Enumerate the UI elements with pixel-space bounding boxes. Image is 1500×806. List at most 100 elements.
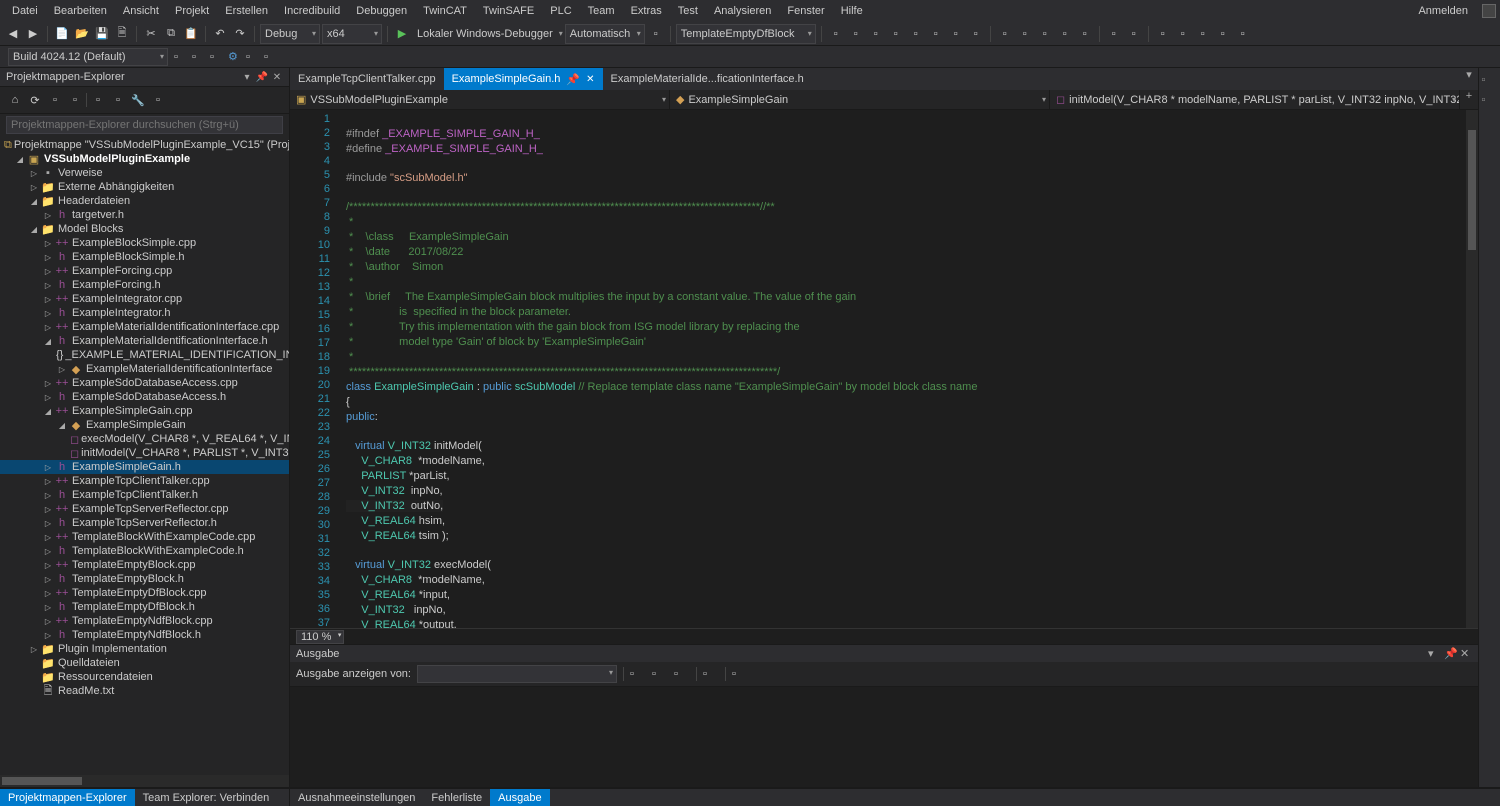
bottom-tab-solution[interactable]: Projektmappen-Explorer bbox=[0, 789, 135, 806]
sidebar-icon-1[interactable]: ▫ bbox=[1482, 74, 1498, 90]
file-node[interactable]: ▷++TemplateBlockWithExampleCode.cpp bbox=[0, 530, 289, 544]
tb-icon-m[interactable]: ▫ bbox=[1076, 25, 1094, 43]
tab-simplegain[interactable]: ExampleSimpleGain.h📌✕ bbox=[444, 68, 603, 90]
solution-search-input[interactable] bbox=[6, 116, 283, 134]
bottom-tab-team[interactable]: Team Explorer: Verbinden bbox=[135, 789, 278, 806]
output-btn-1-icon[interactable]: ▫ bbox=[630, 668, 646, 680]
file-node[interactable]: ▷++TemplateEmptyNdfBlock.cpp bbox=[0, 614, 289, 628]
project-node[interactable]: ◢▣VSSubModelPluginExample bbox=[0, 152, 289, 166]
file-node[interactable]: ▷++TemplateEmptyBlock.cpp bbox=[0, 558, 289, 572]
config-combo[interactable]: Debug bbox=[260, 24, 320, 44]
pin-icon[interactable]: 📌 bbox=[256, 71, 268, 83]
class-node[interactable]: ▷◆ExampleMaterialIdentificationInterface bbox=[0, 362, 289, 376]
file-node[interactable]: ▷++ExampleForcing.cpp bbox=[0, 264, 289, 278]
file-node[interactable]: ▷hExampleTcpClientTalker.h bbox=[0, 488, 289, 502]
file-node[interactable]: ▷++TemplateEmptyDfBlock.cpp bbox=[0, 586, 289, 600]
method-node[interactable]: ◻initModel(V_CHAR8 *, PARLIST *, V_INT32… bbox=[0, 446, 289, 460]
output-btn-3-icon[interactable]: ▫ bbox=[674, 668, 690, 680]
sol-tb-6-icon[interactable]: ▫ bbox=[109, 91, 127, 109]
open-file-icon[interactable]: 📂 bbox=[73, 25, 91, 43]
file-node[interactable]: ◢++ExampleSimpleGain.cpp bbox=[0, 404, 289, 418]
tb-icon-r[interactable]: ▫ bbox=[1194, 25, 1212, 43]
file-node[interactable]: ◢hExampleMaterialIdentificationInterface… bbox=[0, 334, 289, 348]
cut-icon[interactable]: ✂ bbox=[142, 25, 160, 43]
tb-icon-q[interactable]: ▫ bbox=[1174, 25, 1192, 43]
solution-tree[interactable]: ⧉Projektmappe "VSSubModelPluginExample_V… bbox=[0, 136, 289, 775]
tb-icon-i[interactable]: ▫ bbox=[996, 25, 1014, 43]
build-icon-3[interactable]: ▫ bbox=[210, 51, 228, 63]
platform-combo[interactable]: x64 bbox=[322, 24, 382, 44]
file-node[interactable]: ▷hExampleTcpServerReflector.h bbox=[0, 516, 289, 530]
output-btn-4-icon[interactable]: ▫ bbox=[703, 668, 719, 680]
sidebar-icon-2[interactable]: ▫ bbox=[1482, 94, 1498, 110]
sol-tb-5-icon[interactable]: ▫ bbox=[89, 91, 107, 109]
menu-test[interactable]: Test bbox=[670, 2, 706, 20]
file-node-selected[interactable]: ▷hExampleSimpleGain.h bbox=[0, 460, 289, 474]
run-label[interactable]: Lokaler Windows-Debugger bbox=[413, 28, 557, 40]
nav-scope-combo[interactable]: ▣VSSubModelPluginExample bbox=[290, 90, 670, 109]
paste-icon[interactable]: 📋 bbox=[182, 25, 200, 43]
tb-icon-n[interactable]: ▫ bbox=[1105, 25, 1123, 43]
copy-icon[interactable]: ⧉ bbox=[162, 25, 180, 43]
undo-icon[interactable]: ↶ bbox=[211, 25, 229, 43]
pin-icon[interactable]: 📌 bbox=[566, 73, 580, 86]
menu-projekt[interactable]: Projekt bbox=[167, 2, 217, 20]
sol-tb-8-icon[interactable]: ▫ bbox=[149, 91, 167, 109]
tb-icon-j[interactable]: ▫ bbox=[1016, 25, 1034, 43]
references-node[interactable]: ▷▪Verweise bbox=[0, 166, 289, 180]
build-icon-2[interactable]: ▫ bbox=[192, 51, 210, 63]
nav-function-combo[interactable]: ◻initModel(V_CHAR8 * modelName, PARLIST … bbox=[1050, 90, 1460, 109]
menu-bearbeiten[interactable]: Bearbeiten bbox=[46, 2, 115, 20]
nav-back-icon[interactable]: ◀ bbox=[4, 25, 22, 43]
src-folder[interactable]: 📁Quelldateien bbox=[0, 656, 289, 670]
sol-tb-4-icon[interactable]: ▫ bbox=[66, 91, 84, 109]
save-all-icon[interactable]: 🗎 bbox=[113, 25, 131, 43]
external-deps-node[interactable]: ▷📁Externe Abhängigkeiten bbox=[0, 180, 289, 194]
login-link[interactable]: Anmelden bbox=[1410, 2, 1476, 20]
code-editor[interactable]: 1234567891011121314151617181920212223242… bbox=[290, 110, 1478, 628]
menu-fenster[interactable]: Fenster bbox=[779, 2, 832, 20]
build-combo[interactable]: Build 4024.12 (Default)▾ bbox=[8, 48, 168, 66]
tabs-overflow-icon[interactable]: ▾ bbox=[1460, 68, 1478, 90]
menu-twincat[interactable]: TwinCAT bbox=[415, 2, 475, 20]
bottom-tab-exceptions[interactable]: Ausnahmeeinstellungen bbox=[290, 789, 423, 806]
tb-icon-d[interactable]: ▫ bbox=[887, 25, 905, 43]
file-node[interactable]: ▷hTemplateEmptyNdfBlock.h bbox=[0, 628, 289, 642]
save-icon[interactable]: 💾 bbox=[93, 25, 111, 43]
tb-icon-p[interactable]: ▫ bbox=[1154, 25, 1172, 43]
build-icon-4[interactable]: ⚙ bbox=[228, 50, 246, 63]
tb-icon-e[interactable]: ▫ bbox=[907, 25, 925, 43]
code-content[interactable]: #ifndef _EXAMPLE_SIMPLE_GAIN_H_ #define … bbox=[342, 110, 1478, 628]
class-node[interactable]: ◢◆ExampleSimpleGain bbox=[0, 418, 289, 432]
tb-icon-g[interactable]: ▫ bbox=[947, 25, 965, 43]
header-folder-node[interactable]: ◢📁Headerdateien bbox=[0, 194, 289, 208]
solution-hscroll[interactable] bbox=[0, 775, 289, 787]
readme-node[interactable]: 🗎ReadMe.txt bbox=[0, 684, 289, 698]
file-node[interactable]: ▷hTemplateBlockWithExampleCode.h bbox=[0, 544, 289, 558]
targetver-node[interactable]: ▷htargetver.h bbox=[0, 208, 289, 222]
template-combo[interactable]: TemplateEmptyDfBlock bbox=[676, 24, 816, 44]
zoom-combo[interactable]: 110 % bbox=[296, 630, 344, 644]
user-icon[interactable] bbox=[1482, 4, 1496, 18]
file-node[interactable]: ▷++ExampleTcpServerReflector.cpp bbox=[0, 502, 289, 516]
plugin-folder[interactable]: ▷📁Plugin Implementation bbox=[0, 642, 289, 656]
nav-fwd-icon[interactable]: ▶ bbox=[24, 25, 42, 43]
file-node[interactable]: ▷hExampleSdoDatabaseAccess.h bbox=[0, 390, 289, 404]
tb-icon-c[interactable]: ▫ bbox=[867, 25, 885, 43]
build-icon-6[interactable]: ▫ bbox=[264, 51, 282, 63]
solution-root[interactable]: ⧉Projektmappe "VSSubModelPluginExample_V… bbox=[0, 138, 289, 152]
menu-extras[interactable]: Extras bbox=[623, 2, 670, 20]
dropdown-icon[interactable]: ▾ bbox=[241, 71, 253, 83]
output-btn-5-icon[interactable]: ▫ bbox=[732, 668, 748, 680]
play-icon[interactable]: ▶ bbox=[393, 25, 411, 43]
tb-icon-t[interactable]: ▫ bbox=[1234, 25, 1252, 43]
menu-analysieren[interactable]: Analysieren bbox=[706, 2, 779, 20]
bottom-tab-errors[interactable]: Fehlerliste bbox=[423, 789, 490, 806]
sol-home-icon[interactable]: ⌂ bbox=[6, 91, 24, 109]
tb-icon-b[interactable]: ▫ bbox=[847, 25, 865, 43]
menu-twinsafe[interactable]: TwinSAFE bbox=[475, 2, 542, 20]
macro-node[interactable]: {}_EXAMPLE_MATERIAL_IDENTIFICATION_INTER… bbox=[0, 348, 289, 362]
file-node[interactable]: ▷++ExampleTcpClientTalker.cpp bbox=[0, 474, 289, 488]
bottom-tab-output[interactable]: Ausgabe bbox=[490, 789, 549, 806]
file-node[interactable]: ▷hExampleForcing.h bbox=[0, 278, 289, 292]
